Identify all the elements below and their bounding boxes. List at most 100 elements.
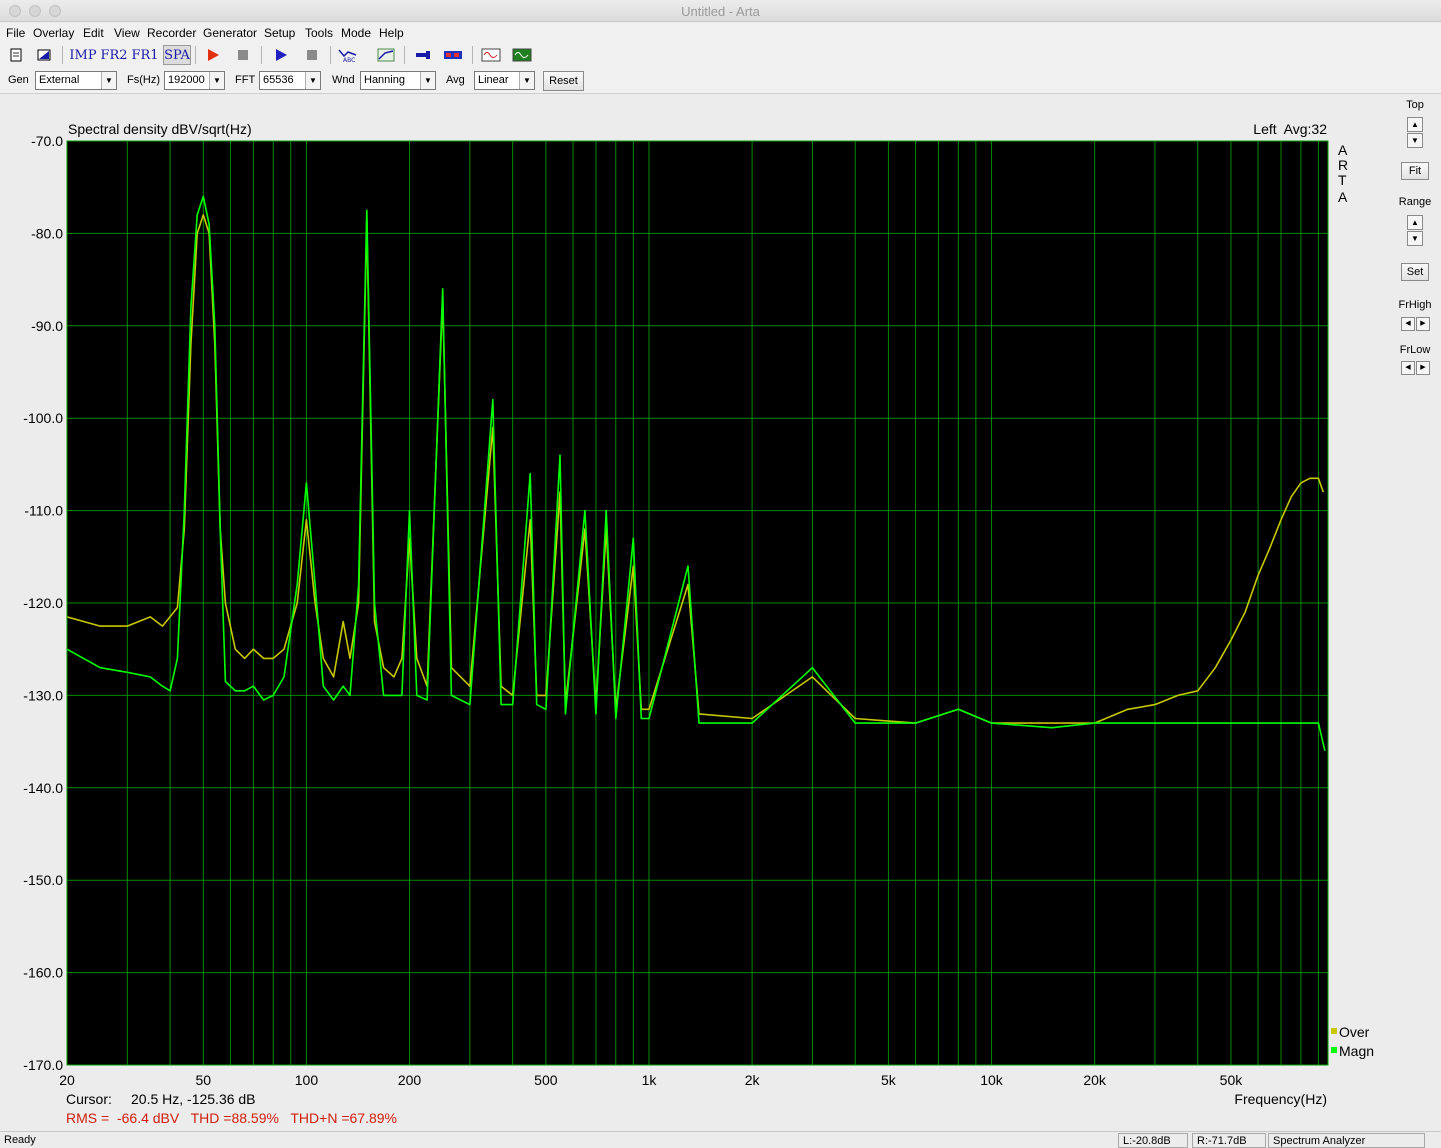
avg-label: Avg	[446, 74, 465, 86]
window-select[interactable]: Hanning ▼	[360, 71, 436, 90]
fr2-mode-button[interactable]: FR2	[100, 45, 127, 65]
top-up-button[interactable]: ▲	[1407, 117, 1423, 132]
mode-indicator: Spectrum Analyzer	[1268, 1133, 1425, 1148]
fft-size-value: 65536	[263, 74, 294, 86]
sine-icon[interactable]	[479, 45, 503, 65]
new-file-icon[interactable]	[5, 45, 27, 65]
y-tick-label: -70.0	[31, 133, 63, 149]
fft-size-select[interactable]: 65536 ▼	[259, 71, 321, 90]
x-tick-label: 100	[295, 1072, 319, 1088]
brand-letter: A	[1338, 142, 1348, 158]
chevron-down-icon: ▼	[209, 72, 224, 89]
menu-view[interactable]: View	[114, 26, 140, 40]
average-select[interactable]: Linear ▼	[474, 71, 535, 90]
average-value: Linear	[478, 74, 509, 86]
chart-title: Spectral density dBV/sqrt(Hz)	[68, 121, 252, 137]
frlow-label: FrLow	[1399, 344, 1431, 356]
y-tick-label: -100.0	[23, 410, 63, 426]
menu-recorder[interactable]: Recorder	[147, 26, 196, 40]
play-icon[interactable]	[270, 45, 292, 65]
wave-icon[interactable]	[510, 45, 534, 65]
brand-letter: T	[1338, 172, 1347, 188]
level-icon[interactable]	[442, 45, 464, 65]
menu-mode[interactable]: Mode	[341, 26, 371, 40]
cursor-label: Cursor:	[66, 1091, 112, 1107]
x-tick-label: 1k	[642, 1072, 658, 1088]
x-axis-label: Frequency(Hz)	[1234, 1091, 1327, 1107]
right-level: R:-71.7dB	[1192, 1133, 1266, 1148]
window-value: Hanning	[364, 74, 405, 86]
measurement-stats: RMS = -66.4 dBV THD =88.59% THD+N =67.89…	[66, 1110, 397, 1126]
legend-swatch-magn	[1331, 1047, 1337, 1053]
plot-panel: -70.0 -80.0 -90.0 -100.0 -110.0 -120.0 -130.0 -…	[2, 95, 1390, 1131]
chevron-down-icon: ▼	[305, 72, 320, 89]
legend: Over Magn	[1331, 1024, 1374, 1059]
abc-icon[interactable]: ABC	[337, 45, 359, 65]
range-down-button[interactable]: ▼	[1407, 231, 1423, 246]
chevron-down-icon: ▼	[420, 72, 435, 89]
x-tick-label: 2k	[745, 1072, 761, 1088]
spa-mode-button[interactable]: SPA	[163, 45, 191, 65]
stop-icon[interactable]	[301, 45, 323, 65]
frhigh-label: FrHigh	[1398, 299, 1432, 311]
range-label: Range	[1398, 196, 1432, 208]
scale-panel: Top ▲ ▼ Fit Range ▲ ▼ Set FrHigh ◀ ▶ FrL…	[1393, 95, 1441, 1131]
frhigh-right-button[interactable]: ▶	[1416, 317, 1430, 331]
main-toolbar: IMP FR2 FR1 SPA ABC	[0, 42, 1441, 68]
svg-text:ABC: ABC	[343, 57, 355, 63]
stop-icon[interactable]	[232, 45, 254, 65]
brand-letter: A	[1338, 189, 1348, 205]
impulse-mode-button[interactable]: IMP	[69, 45, 96, 65]
grid-icon[interactable]	[375, 45, 397, 65]
sample-rate-select[interactable]: 192000 ▼	[164, 71, 225, 90]
top-down-button[interactable]: ▼	[1407, 133, 1423, 148]
x-tick-label: 200	[398, 1072, 422, 1088]
y-tick-label: -140.0	[23, 780, 63, 796]
y-tick-label: -170.0	[23, 1057, 63, 1073]
brand-letter: R	[1338, 157, 1348, 173]
spectrum-chart[interactable]: -70.0 -80.0 -90.0 -100.0 -110.0 -120.0 -130.0 -…	[2, 95, 1390, 1131]
frlow-left-button[interactable]: ◀	[1401, 361, 1415, 375]
range-up-button[interactable]: ▲	[1407, 215, 1423, 230]
y-tick-label: -120.0	[23, 595, 63, 611]
x-tick-label: 50	[196, 1072, 212, 1088]
generator-select[interactable]: External ▼	[35, 71, 117, 90]
set-button[interactable]: Set	[1401, 263, 1429, 281]
window-title: Untitled - Arta	[681, 4, 760, 19]
scope-icon[interactable]	[412, 45, 434, 65]
menu-overlay[interactable]: Overlay	[33, 26, 74, 40]
menu-help[interactable]: Help	[379, 26, 404, 40]
x-tick-label: 20k	[1083, 1072, 1107, 1088]
menu-file[interactable]: File	[6, 26, 25, 40]
x-tick-label: 5k	[881, 1072, 897, 1088]
menu-edit[interactable]: Edit	[83, 26, 104, 40]
x-tick-label: 10k	[980, 1072, 1004, 1088]
title-bar: Untitled - Arta	[0, 0, 1441, 22]
gen-label: Gen	[8, 74, 29, 86]
x-tick-label: 20	[59, 1072, 75, 1088]
settings-toolbar: Gen External ▼ Fs(Hz) 192000 ▼ FFT 65536…	[0, 68, 1441, 94]
legend-item-magn: Magn	[1339, 1043, 1374, 1059]
x-tick-label: 500	[534, 1072, 558, 1088]
menu-setup[interactable]: Setup	[264, 26, 295, 40]
status-ready: Ready	[4, 1134, 36, 1146]
open-file-icon[interactable]	[33, 45, 55, 65]
frlow-right-button[interactable]: ▶	[1416, 361, 1430, 375]
fft-label: FFT	[235, 74, 256, 86]
menu-tools[interactable]: Tools	[305, 26, 333, 40]
reset-button[interactable]: Reset	[543, 71, 584, 91]
y-tick-label: -150.0	[23, 872, 63, 888]
y-tick-label: -110.0	[24, 503, 63, 519]
fit-button[interactable]: Fit	[1401, 162, 1429, 180]
fr1-mode-button[interactable]: FR1	[131, 45, 158, 65]
y-tick-label: -130.0	[23, 687, 63, 703]
record-icon[interactable]	[202, 45, 224, 65]
channel-info: Left Avg:32	[1253, 121, 1327, 137]
frhigh-left-button[interactable]: ◀	[1401, 317, 1415, 331]
fs-label: Fs(Hz)	[127, 74, 160, 86]
generator-value: External	[39, 74, 80, 86]
menu-generator[interactable]: Generator	[203, 26, 257, 40]
y-tick-label: -80.0	[31, 225, 63, 241]
x-tick-label: 50k	[1220, 1072, 1244, 1088]
y-tick-label: -160.0	[23, 965, 63, 981]
